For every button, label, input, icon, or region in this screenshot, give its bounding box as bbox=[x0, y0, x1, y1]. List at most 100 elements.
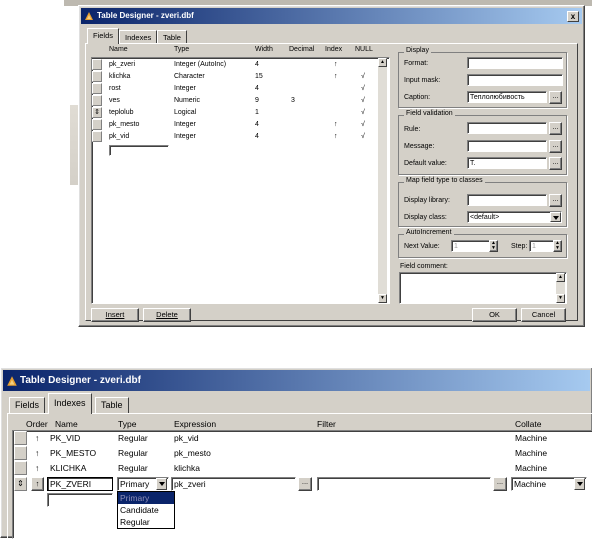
field-row-selector[interactable]: ⇕ bbox=[92, 107, 102, 118]
field-row-selector[interactable] bbox=[92, 83, 102, 94]
message-builder-button[interactable]: ... bbox=[549, 140, 562, 153]
field-cell-width: 9 bbox=[255, 97, 259, 104]
default-value-builder-button[interactable]: ... bbox=[549, 157, 562, 170]
index-type-option[interactable]: Regular bbox=[118, 516, 174, 528]
index-cell-name: PK_MESTO bbox=[50, 448, 97, 458]
display-library-input[interactable] bbox=[467, 194, 547, 206]
fields-grid-scrollbar[interactable]: ▲ ▼ bbox=[378, 58, 387, 303]
window-title: Table Designer - zveri.dbf bbox=[97, 11, 194, 20]
index-type-option[interactable]: Candidate bbox=[118, 504, 174, 516]
new-index-name-input[interactable] bbox=[47, 493, 113, 507]
cancel-button[interactable]: Cancel bbox=[521, 308, 566, 322]
window-titlebar-2[interactable]: Table Designer - zveri.dbf bbox=[3, 370, 590, 391]
format-input[interactable] bbox=[467, 57, 563, 69]
filter-builder-button[interactable]: ... bbox=[493, 477, 507, 491]
caption-label: Caption: bbox=[404, 94, 431, 101]
display-class-select[interactable]: <default> bbox=[467, 211, 562, 223]
foxpro-icon bbox=[85, 12, 93, 20]
index-cell-order: ↑ bbox=[35, 433, 40, 443]
expression-input[interactable]: pk_zveri bbox=[171, 477, 296, 491]
tab-fields[interactable]: Fields bbox=[87, 28, 120, 44]
field-cell-null: √ bbox=[361, 109, 365, 116]
display-class-dropdown-icon[interactable] bbox=[550, 212, 561, 222]
field-row-selector[interactable] bbox=[92, 71, 102, 82]
index-cell-order: ↑ bbox=[35, 463, 40, 473]
col-header-width: Width bbox=[255, 46, 273, 53]
format-label: Format: bbox=[404, 60, 429, 67]
field-cell-type: Integer bbox=[174, 121, 196, 128]
field-comment-label: Field comment: bbox=[400, 263, 448, 270]
index-cell-expression: pk_vid bbox=[174, 433, 199, 443]
expression-builder-button[interactable]: ... bbox=[298, 477, 312, 491]
rule-builder-button[interactable]: ... bbox=[549, 122, 562, 135]
default-value-label: Default value: bbox=[404, 160, 447, 167]
field-comment-textarea[interactable] bbox=[399, 272, 567, 304]
field-cell-type: Integer bbox=[174, 85, 196, 92]
col-header-order: Order bbox=[26, 419, 48, 429]
index-cell-type: Regular bbox=[118, 433, 148, 443]
display-class-label: Display class: bbox=[404, 214, 447, 221]
index-cell-name: PK_VID bbox=[50, 433, 81, 443]
edit-row-selector[interactable]: ⇕ bbox=[14, 477, 27, 491]
step-spinner[interactable]: ▲ ▼ bbox=[553, 240, 562, 252]
field-cell-index: ↑ bbox=[334, 121, 338, 128]
type-options: Primary Candidate Regular bbox=[118, 492, 174, 528]
ok-button[interactable]: OK bbox=[472, 308, 517, 322]
comment-scroll-down-button[interactable]: ▼ bbox=[556, 294, 565, 303]
index-cell-order: ↑ bbox=[35, 448, 40, 458]
order-toggle-button[interactable]: ↑ bbox=[31, 477, 44, 491]
default-value-input[interactable]: T. bbox=[467, 157, 547, 169]
insert-button[interactable]: Insert bbox=[91, 308, 139, 322]
col-header-index-type: Type bbox=[118, 419, 137, 429]
tab-table[interactable]: Table bbox=[157, 30, 187, 44]
tab-indexes-2[interactable]: Indexes bbox=[48, 393, 92, 414]
field-cell-index: ↑ bbox=[334, 133, 338, 140]
field-cell-name: klichka bbox=[109, 73, 131, 80]
col-header-filter: Filter bbox=[317, 419, 336, 429]
close-button[interactable]: x bbox=[567, 11, 579, 22]
field-row-selector[interactable] bbox=[92, 59, 102, 70]
index-name-input[interactable]: PK_ZVERI bbox=[47, 477, 113, 491]
index-row-selector[interactable] bbox=[14, 431, 27, 445]
scroll-down-button[interactable]: ▼ bbox=[378, 294, 387, 303]
field-row-selector[interactable] bbox=[92, 131, 102, 142]
fields-grid[interactable] bbox=[91, 57, 390, 304]
col-header-type: Type bbox=[174, 46, 190, 53]
index-cell-type: Regular bbox=[118, 448, 148, 458]
caption-builder-button[interactable]: ... bbox=[549, 91, 562, 104]
scroll-up-button[interactable]: ▲ bbox=[378, 58, 387, 67]
rule-input[interactable] bbox=[467, 122, 547, 134]
index-type-option[interactable]: Primary bbox=[118, 492, 174, 504]
comment-scroll-up-button[interactable]: ▲ bbox=[556, 273, 565, 282]
field-cell-name: ves bbox=[109, 97, 120, 104]
field-row-selector[interactable] bbox=[92, 119, 102, 130]
col-header-null: NULL bbox=[355, 46, 373, 53]
filter-input[interactable] bbox=[317, 477, 491, 491]
close-icon: x bbox=[570, 12, 576, 21]
display-library-builder-button[interactable]: ... bbox=[549, 194, 562, 207]
new-field-name-input[interactable] bbox=[109, 145, 169, 156]
field-cell-width: 1 bbox=[255, 109, 259, 116]
index-cell-collate: Machine bbox=[515, 448, 548, 458]
delete-button[interactable]: Delete bbox=[143, 308, 191, 322]
index-row-selector[interactable] bbox=[14, 446, 27, 460]
message-input[interactable] bbox=[467, 140, 547, 152]
caption-input[interactable]: Теплолюбивость bbox=[467, 91, 547, 103]
window-titlebar[interactable]: Table Designer - zveri.dbf x bbox=[81, 8, 582, 24]
tab-table-2[interactable]: Table bbox=[95, 397, 129, 413]
next-value-spinner[interactable]: ▲ ▼ bbox=[489, 240, 498, 252]
field-cell-type: Logical bbox=[174, 109, 197, 116]
tab-fields-2[interactable]: Fields bbox=[9, 397, 46, 413]
collate-dropdown-icon[interactable] bbox=[574, 478, 585, 490]
index-type-dropdown-list[interactable]: Primary Candidate Regular bbox=[117, 491, 175, 529]
col-header-decimal: Decimal bbox=[289, 46, 315, 53]
field-cell-name: teplolub bbox=[109, 109, 134, 116]
index-row-selector[interactable] bbox=[14, 461, 27, 475]
tab-indexes[interactable]: Indexes bbox=[119, 30, 158, 44]
comment-scrollbar[interactable]: ▲ ▼ bbox=[556, 273, 565, 303]
field-cell-width: 4 bbox=[255, 61, 259, 68]
index-type-dropdown-icon[interactable] bbox=[156, 478, 167, 490]
field-row-selector[interactable] bbox=[92, 95, 102, 106]
input-mask-input[interactable] bbox=[467, 74, 563, 86]
field-cell-name: rost bbox=[109, 85, 121, 92]
